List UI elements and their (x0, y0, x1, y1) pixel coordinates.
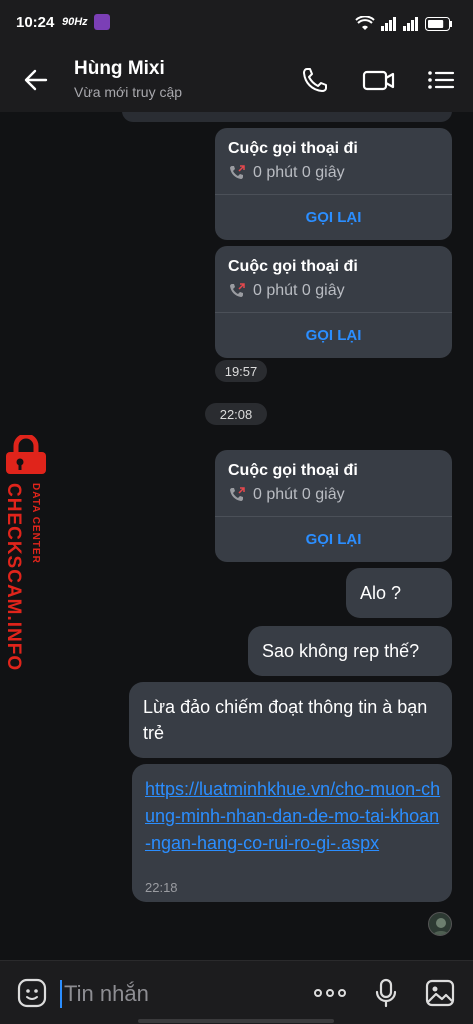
call-duration: 0 phút 0 giây (253, 164, 345, 181)
call-title: Cuộc gọi thoại đi (228, 140, 358, 157)
more-options-icon[interactable] (312, 977, 348, 1009)
message-time: 19:57 (215, 360, 267, 382)
home-indicator (138, 1019, 334, 1023)
composer-bar: Tin nhắn (0, 960, 473, 1024)
sent-message-bubble[interactable]: Sao không rep thế? (248, 626, 452, 676)
received-message-bubble[interactable]: Lừa đảo chiếm đoạt thông tin à bạn trẻ (129, 682, 452, 758)
outgoing-call-card: Cuộc gọi thoại đi 0 phút 0 giây GỌI LẠI (215, 450, 452, 562)
signal-icon (381, 17, 396, 31)
last-active-status: Vừa mới truy cập (74, 84, 183, 100)
message-list[interactable]: Cuộc gọi thoại đi 0 phút 0 giây GỌI LẠI … (0, 112, 473, 960)
message-link[interactable]: https://luatminhkhue.vn/cho-muon-chung-m… (145, 776, 445, 857)
message-time: 22:18 (145, 880, 178, 895)
back-arrow-icon[interactable] (22, 66, 50, 94)
call-duration: 0 phút 0 giây (253, 282, 345, 299)
watermark: CHECKSCAM.INFO DATA CENTER (0, 435, 56, 675)
contact-name[interactable]: Hùng Mixi (74, 58, 165, 80)
missed-call-icon (230, 487, 245, 501)
phone-call-icon[interactable] (300, 66, 330, 94)
missed-call-icon (230, 283, 245, 297)
sticker-emoji-icon[interactable] (16, 977, 48, 1009)
date-separator-time: 22:08 (205, 403, 267, 425)
status-icons (355, 14, 453, 34)
microphone-icon[interactable] (370, 977, 402, 1009)
outgoing-call-card: Cuộc gọi thoại đi 0 phút 0 giây GỌI LẠI (215, 128, 452, 240)
video-call-icon[interactable] (362, 66, 396, 94)
previous-message-bubble (122, 112, 452, 122)
status-time: 10:24 (16, 14, 55, 31)
refresh-rate: 90Hz (62, 16, 88, 28)
text-caret (60, 980, 62, 1008)
signal-icon-2 (403, 17, 418, 31)
call-back-button[interactable]: GỌI LẠI (215, 517, 452, 562)
outgoing-call-card: Cuộc gọi thoại đi 0 phút 0 giây GỌI LẠI (215, 246, 452, 358)
call-duration: 0 phút 0 giây (253, 486, 345, 503)
sent-message-bubble[interactable]: Alo ? (346, 568, 452, 618)
wifi-icon (355, 16, 375, 30)
watermark-line-1: DATA CENTER (30, 483, 41, 564)
app-notification-icon (94, 14, 110, 30)
call-back-button[interactable]: GỌI LẠI (215, 195, 452, 240)
call-title: Cuộc gọi thoại đi (228, 258, 358, 275)
battery-icon (425, 17, 452, 31)
missed-call-icon (230, 165, 245, 179)
watermark-line-2: CHECKSCAM.INFO (3, 483, 24, 672)
seen-avatar (428, 912, 452, 936)
call-back-button[interactable]: GỌI LẠI (215, 313, 452, 358)
call-title: Cuộc gọi thoại đi (228, 462, 358, 479)
link-message-bubble[interactable]: https://luatminhkhue.vn/cho-muon-chung-m… (132, 764, 452, 902)
padlock-icon (6, 435, 46, 474)
image-gallery-icon[interactable] (424, 977, 456, 1009)
chat-header: Hùng Mixi Vừa mới truy cập (0, 48, 473, 112)
menu-list-icon[interactable] (426, 66, 456, 94)
message-input[interactable]: Tin nhắn (60, 977, 290, 1011)
status-bar: 10:24 90Hz (0, 0, 473, 48)
message-input-placeholder: Tin nhắn (64, 981, 149, 1006)
